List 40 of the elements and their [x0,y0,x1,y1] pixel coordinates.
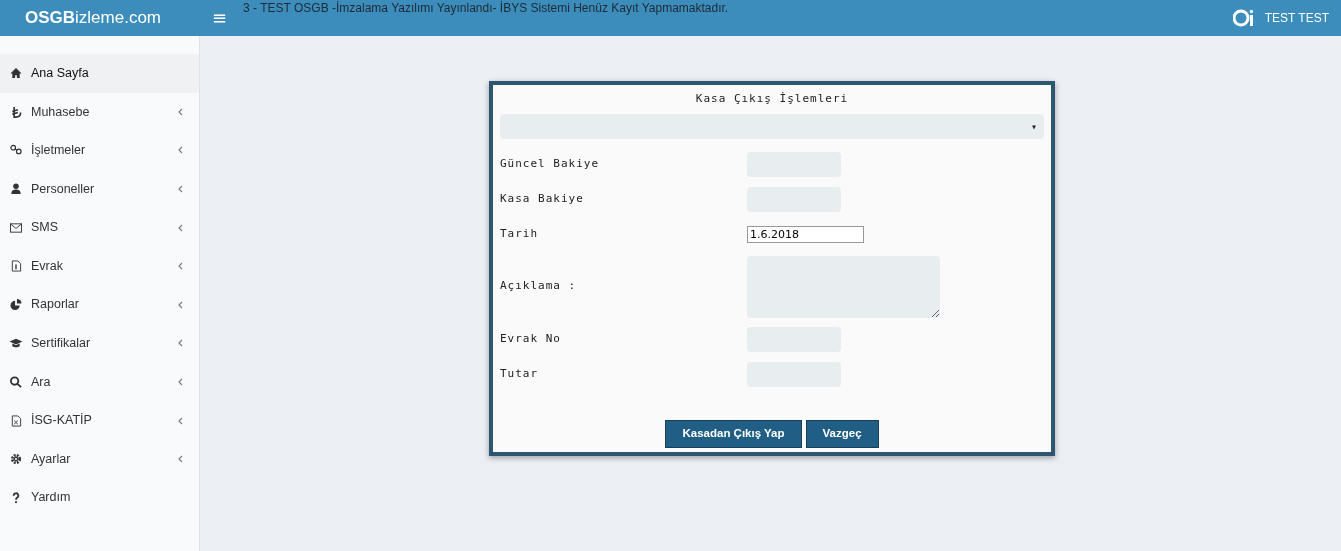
field-label: Tutar [500,365,540,382]
announcement-text: 3 - TEST OSGB -İmzalama Yazılımı Yayınlandı- İBYS Sistemi Henüz Kayıt Yapmamaktadır. [243,1,729,15]
sidebar-item[interactable]: SMS [0,208,199,247]
caret-icon: ▾ [1030,118,1038,134]
search-icon [9,376,23,389]
select-field[interactable]: ▾ [500,113,1044,139]
dialog-title: Kasa Çıkış İşlemleri [694,91,850,107]
menu-toggle[interactable]: ≡ [204,5,236,31]
sidebar-item[interactable]: İSG-KATİP [0,401,199,440]
date-field[interactable]: 1.6.2018 [747,225,864,243]
field-label: Kasa Bakiye [500,190,585,207]
graduation-cap-icon [9,337,23,350]
home-icon [9,67,23,80]
sidebar-item[interactable]: İşletmeler [0,131,199,170]
logo: OSGBizleme.com [24,7,163,29]
document-icon [9,260,23,273]
pie-chart-icon [9,298,23,311]
sidebar-item[interactable]: Ayarlar [0,439,199,479]
user-icon [9,183,23,196]
action-button[interactable]: Vazgeç [805,419,879,448]
action-button[interactable]: Kasadan Çıkış Yap [665,419,802,448]
link-icon [9,144,23,157]
sidebar-item[interactable]: Yardım [0,478,199,518]
sidebar-item[interactable]: Ana Sayfa [0,54,199,93]
field-label: Evrak No [500,330,562,347]
sidebar-item[interactable]: Muhasebe [0,92,199,132]
envelope-icon [9,221,23,234]
gear-icon [9,453,23,466]
user-name[interactable]: TEST TEST [1264,9,1341,27]
sidebar-item[interactable]: Raporlar [0,285,199,325]
field-label: Açıklama : [500,278,578,295]
sidebar-item[interactable]: Ara [0,362,199,402]
sidebar-item[interactable]: Personeller [0,169,199,209]
sidebar-item[interactable]: Evrak [0,246,199,286]
excel-file-icon [9,414,23,427]
field-label: Tarih [500,225,540,242]
field-label: Güncel Bakiye [500,155,601,172]
lira-icon [9,105,23,118]
sidebar-item[interactable]: Sertifikalar [0,324,199,363]
textarea-field[interactable] [747,255,940,318]
